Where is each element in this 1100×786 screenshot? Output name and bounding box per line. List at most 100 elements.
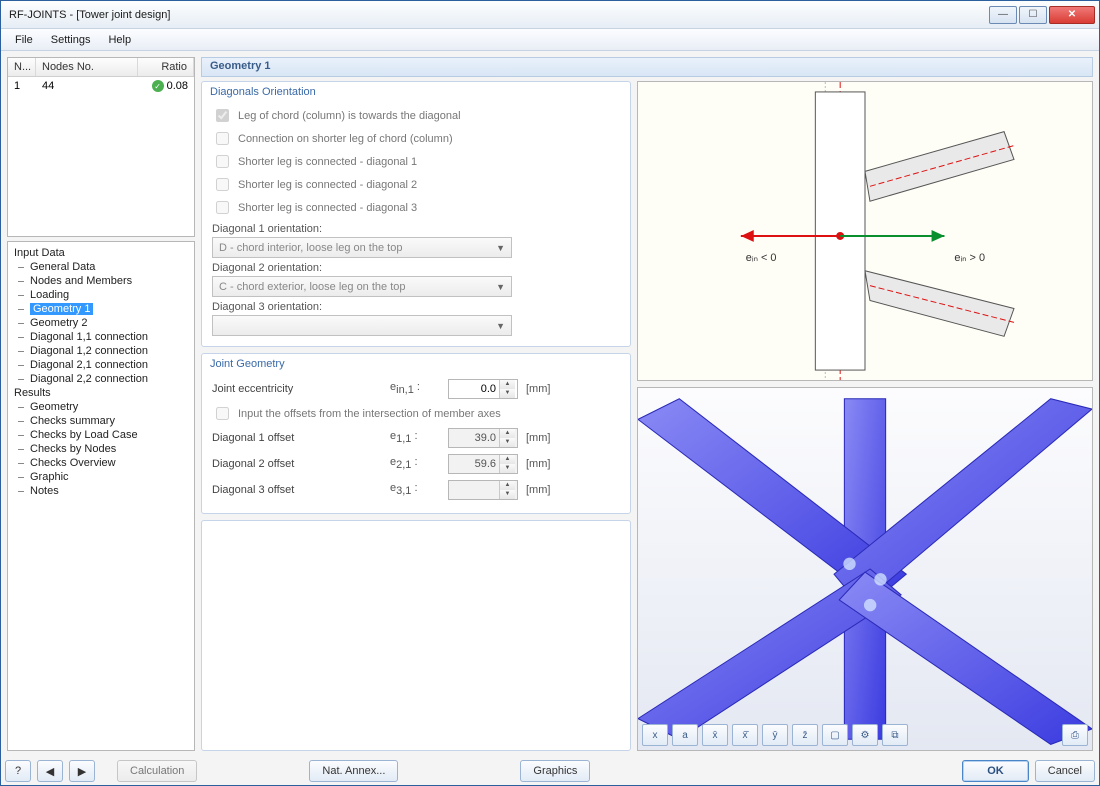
form-column: Diagonals Orientation Leg of chord (colu… [201, 81, 631, 751]
cell-ratio: ✓ 0.08 [138, 79, 194, 93]
chk-diag1[interactable]: Shorter leg is connected - diagonal 1 [212, 150, 620, 173]
nav-loading[interactable]: Loading [8, 288, 194, 302]
nav-input-data[interactable]: Input Data [8, 246, 194, 260]
nav-results[interactable]: Results [8, 386, 194, 400]
spin-up-icon[interactable]: ▲ [500, 380, 515, 389]
chk-leg-chord-box[interactable] [216, 109, 229, 122]
view-a-button[interactable]: a [672, 724, 698, 746]
spin-down-icon[interactable]: ▼ [500, 389, 515, 398]
view-xbar2-button[interactable]: x̄̄ [732, 724, 758, 746]
ein-gt-label: eᵢₙ > 0 [954, 252, 985, 264]
calculation-button[interactable]: Calculation [117, 760, 197, 782]
ecc-unit: [mm] [526, 383, 550, 395]
diagonals-orientation-group: Diagonals Orientation Leg of chord (colu… [201, 81, 631, 347]
titlebar: RF-JOINTS - [Tower joint design] — ☐ ✕ [1, 1, 1099, 29]
chk-diag2-box[interactable] [216, 178, 229, 191]
off2-sym: e2,1 : [390, 456, 440, 471]
spin-down-icon: ▼ [500, 490, 515, 499]
nav-rgraphic[interactable]: Graphic [8, 470, 194, 484]
maximize-button[interactable]: ☐ [1019, 6, 1047, 24]
chk-leg-chord[interactable]: Leg of chord (column) is towards the dia… [212, 104, 620, 127]
nav-geom1[interactable]: Geometry 1 [30, 303, 93, 315]
cell-n: 1 [8, 79, 36, 93]
graphics-column: eᵢₙ < 0 eᵢₙ > 0 [637, 81, 1093, 751]
chevron-down-icon: ▼ [496, 243, 505, 253]
view-y-button[interactable]: ȳ [762, 724, 788, 746]
nodes-grid[interactable]: N... Nodes No. Ratio 1 44 ✓ 0.08 [7, 57, 195, 237]
view-z-button[interactable]: z̄ [792, 724, 818, 746]
off2-spin: ▲▼ [448, 454, 518, 474]
view-print-button[interactable]: ⎙ [1062, 724, 1088, 746]
nav-geom2[interactable]: Geometry 2 [8, 316, 194, 330]
eccentricity-diagram: eᵢₙ < 0 eᵢₙ > 0 [637, 81, 1093, 381]
menu-settings[interactable]: Settings [43, 32, 99, 48]
nav-rover[interactable]: Checks Overview [8, 456, 194, 470]
view-iso-button[interactable]: ▢ [822, 724, 848, 746]
chk-diag2[interactable]: Shorter leg is connected - diagonal 2 [212, 173, 620, 196]
next-button[interactable]: ▶ [69, 760, 95, 782]
spin-up-icon: ▲ [500, 429, 515, 438]
nav-d22[interactable]: Diagonal 2,2 connection [8, 372, 194, 386]
nav-general[interactable]: General Data [8, 260, 194, 274]
col-ratio[interactable]: Ratio [138, 58, 194, 76]
col-nodes[interactable]: Nodes No. [36, 58, 138, 76]
nav-rgeom[interactable]: Geometry [8, 400, 194, 414]
menubar: File Settings Help [1, 29, 1099, 51]
viewport-toolbar: x a x̄ x̄̄ ȳ z̄ ▢ ⚙ ⧉ ⎙ [642, 724, 1088, 746]
ecc-input[interactable] [449, 383, 499, 395]
d3-combo[interactable]: ▼ [212, 315, 512, 336]
col-n[interactable]: N... [8, 58, 36, 76]
footer: ? ◀ ▶ Calculation Nat. Annex... Graphics… [1, 757, 1099, 785]
window-title: RF-JOINTS - [Tower joint design] [9, 9, 989, 21]
menu-file[interactable]: File [7, 32, 41, 48]
client-area: N... Nodes No. Ratio 1 44 ✓ 0.08 Input D… [1, 51, 1099, 757]
grid-row[interactable]: 1 44 ✓ 0.08 [8, 77, 194, 95]
help-button[interactable]: ? [5, 760, 31, 782]
off3-input [449, 484, 499, 496]
chk-shorter-leg-box[interactable] [216, 132, 229, 145]
menu-help[interactable]: Help [100, 32, 139, 48]
cell-nodes: 44 [36, 79, 138, 93]
d1-combo[interactable]: D - chord interior, loose leg on the top… [212, 237, 512, 258]
nat-annex-button[interactable]: Nat. Annex... [309, 760, 398, 782]
close-button[interactable]: ✕ [1049, 6, 1095, 24]
nav-d11[interactable]: Diagonal 1,1 connection [8, 330, 194, 344]
ok-button[interactable]: OK [962, 760, 1029, 782]
off2-input [449, 458, 499, 470]
view-settings-button[interactable]: ⚙ [852, 724, 878, 746]
ratio-value: 0.08 [167, 80, 188, 92]
view-x-button[interactable]: x [642, 724, 668, 746]
nav-d12[interactable]: Diagonal 1,2 connection [8, 344, 194, 358]
d2-label: Diagonal 2 orientation: [212, 258, 620, 276]
off1-input [449, 432, 499, 444]
check-ok-icon: ✓ [152, 80, 164, 92]
chk-input-offsets[interactable]: Input the offsets from the intersection … [212, 402, 620, 425]
off3-sym: e3,1 : [390, 482, 440, 497]
chk-diag1-box[interactable] [216, 155, 229, 168]
ecc-sym: ein,1 : [390, 381, 440, 396]
nav-nodes[interactable]: Nodes and Members [8, 274, 194, 288]
cancel-button[interactable]: Cancel [1035, 760, 1095, 782]
prev-button[interactable]: ◀ [37, 760, 63, 782]
ecc-spin[interactable]: ▲▼ [448, 379, 518, 399]
d3-label: Diagonal 3 orientation: [212, 297, 620, 315]
nav-rlc[interactable]: Checks by Load Case [8, 428, 194, 442]
3d-viewport[interactable]: x a x̄ x̄̄ ȳ z̄ ▢ ⚙ ⧉ ⎙ [637, 387, 1093, 751]
nav-rchk[interactable]: Checks summary [8, 414, 194, 428]
view-xbar-button[interactable]: x̄ [702, 724, 728, 746]
spin-down-icon: ▼ [500, 438, 515, 447]
chk-diag3-box[interactable] [216, 201, 229, 214]
off2-label: Diagonal 2 offset [212, 458, 382, 470]
chk-shorter-leg[interactable]: Connection on shorter leg of chord (colu… [212, 127, 620, 150]
chk-input-offsets-box[interactable] [216, 407, 229, 420]
graphics-button[interactable]: Graphics [520, 760, 590, 782]
view-copy-button[interactable]: ⧉ [882, 724, 908, 746]
chk-diag3[interactable]: Shorter leg is connected - diagonal 3 [212, 196, 620, 219]
nav-d21[interactable]: Diagonal 2,1 connection [8, 358, 194, 372]
nav-rnodes[interactable]: Checks by Nodes [8, 442, 194, 456]
minimize-button[interactable]: — [989, 6, 1017, 24]
d2-combo[interactable]: C - chord exterior, loose leg on the top… [212, 276, 512, 297]
nav-rnotes[interactable]: Notes [8, 484, 194, 498]
panel-title: Geometry 1 [201, 57, 1093, 77]
main-panel: Geometry 1 Diagonals Orientation Leg of … [201, 57, 1093, 751]
